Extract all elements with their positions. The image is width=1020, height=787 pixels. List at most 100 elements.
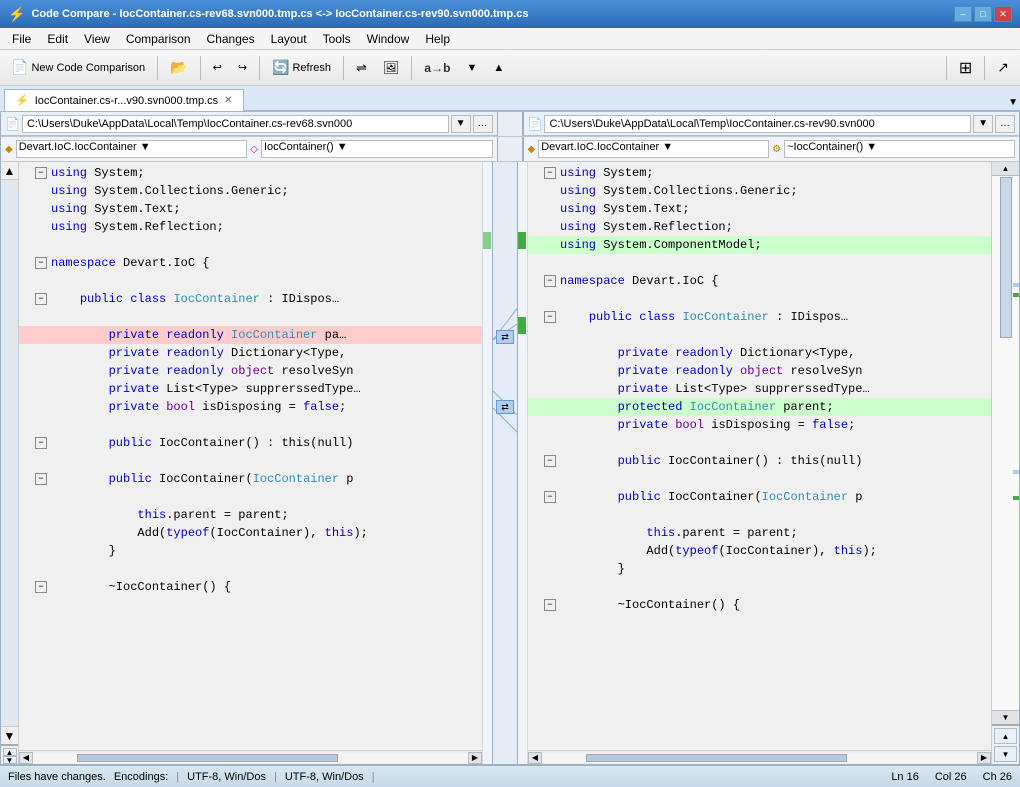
- export-button[interactable]: ↗: [990, 54, 1016, 82]
- refresh-button[interactable]: 🔄 Refresh: [265, 54, 338, 82]
- collapse-btn[interactable]: −: [35, 581, 47, 593]
- right-browse-btn[interactable]: …: [995, 115, 1015, 133]
- close-button[interactable]: ✕: [994, 6, 1012, 22]
- menu-help[interactable]: Help: [417, 30, 458, 48]
- code-line: using System.Reflection;: [528, 218, 991, 236]
- arrow-up-button[interactable]: ▲: [486, 54, 511, 82]
- right-nav-up[interactable]: ▲: [994, 728, 1017, 744]
- menu-comparison[interactable]: Comparison: [118, 30, 199, 48]
- toolbar-sep-3: [259, 56, 260, 80]
- right-nav-btns: ▲ ▼: [992, 724, 1019, 764]
- right-hscroll-right[interactable]: ▶: [977, 752, 991, 764]
- menu-file[interactable]: File: [4, 30, 39, 48]
- window-controls: – □ ✕: [954, 6, 1012, 22]
- collapse-btn[interactable]: −: [544, 275, 556, 287]
- collapse-btn[interactable]: −: [35, 473, 47, 485]
- left-nav-down[interactable]: ▼: [3, 756, 17, 764]
- code-line: }: [528, 560, 991, 578]
- right-hscroll-thumb[interactable]: [586, 754, 847, 762]
- tab-dropdown-button[interactable]: ▼: [1008, 97, 1018, 108]
- right-vscroll[interactable]: ▲ ▼: [992, 162, 1019, 724]
- right-vscroll-down[interactable]: ▼: [992, 710, 1019, 724]
- left-hscroll-thumb[interactable]: [77, 754, 338, 762]
- left-scroll-down[interactable]: ▼: [1, 726, 18, 744]
- right-code-content[interactable]: − using System; using System.Collections…: [528, 162, 991, 750]
- sync-button[interactable]: ⇌: [349, 54, 374, 82]
- right-hscroll[interactable]: ◀ ▶: [528, 750, 991, 764]
- new-comparison-icon: 📄: [11, 59, 28, 76]
- maximize-button[interactable]: □: [974, 6, 992, 22]
- left-hscroll[interactable]: ◀ ▶: [19, 750, 482, 764]
- redo-button[interactable]: ↪: [231, 54, 254, 82]
- left-hscroll-left[interactable]: ◀: [19, 752, 33, 764]
- collapse-btn[interactable]: −: [35, 257, 47, 269]
- left-hscroll-right[interactable]: ▶: [468, 752, 482, 764]
- left-method-icon: ◇: [250, 144, 258, 155]
- right-path-input[interactable]: [544, 115, 971, 133]
- menu-layout[interactable]: Layout: [263, 30, 315, 48]
- menu-window[interactable]: Window: [359, 30, 418, 48]
- code-line: − namespace Devart.IoC {: [19, 254, 482, 272]
- left-class-select[interactable]: Devart.IoC.IocContainer ▼: [16, 140, 248, 158]
- left-code-area: − using System; using System.Collections…: [19, 162, 482, 764]
- options-button[interactable]: 🖼: [376, 54, 407, 82]
- right-vscroll-thumb[interactable]: [1000, 177, 1012, 337]
- menu-view[interactable]: View: [76, 30, 118, 48]
- left-edge-marker-green2: [518, 317, 526, 334]
- collapse-btn[interactable]: −: [35, 167, 47, 179]
- right-nav-down[interactable]: ▼: [994, 746, 1017, 762]
- right-method-select[interactable]: ~IocContainer() ▼: [784, 140, 1015, 158]
- right-left-edge: [518, 162, 528, 764]
- right-edge-marker-green: [483, 232, 491, 249]
- replace-button[interactable]: a→b: [417, 54, 457, 82]
- open-button[interactable]: 📂: [163, 54, 194, 82]
- right-method-icon: ⚙: [772, 144, 781, 155]
- arrow-down-button[interactable]: ▼: [459, 54, 484, 82]
- right-path-btn[interactable]: ▼: [973, 115, 993, 133]
- toolbar-sep-2: [200, 56, 201, 80]
- tab-label: IocContainer.cs-r...v90.svn000.tmp.cs: [35, 95, 218, 107]
- collapse-btn[interactable]: −: [35, 293, 47, 305]
- left-scroll-up[interactable]: ▲: [1, 162, 18, 180]
- right-class-select[interactable]: Devart.IoC.IocContainer ▼: [538, 140, 769, 158]
- left-method-select[interactable]: IocContainer() ▼: [261, 140, 493, 158]
- left-path-input[interactable]: [22, 115, 449, 133]
- tab-ioccontainer[interactable]: ⚡ IocContainer.cs-r...v90.svn000.tmp.cs …: [4, 89, 244, 111]
- collapse-btn[interactable]: −: [35, 437, 47, 449]
- view-mode-icon: ⊞: [959, 58, 972, 78]
- right-method-arrow: ▼: [866, 141, 877, 153]
- code-line-diff: protected IocContainer parent;: [528, 398, 991, 416]
- new-comparison-button[interactable]: 📄 New Code Comparison: [4, 54, 152, 82]
- code-line: − ~IocContainer() {: [19, 578, 482, 596]
- right-vscroll-up[interactable]: ▲: [992, 162, 1019, 176]
- view-mode-button[interactable]: ⊞: [952, 54, 979, 82]
- right-hscroll-left[interactable]: ◀: [528, 752, 542, 764]
- menu-changes[interactable]: Changes: [199, 30, 263, 48]
- code-line: }: [19, 542, 482, 560]
- collapse-btn[interactable]: −: [544, 167, 556, 179]
- left-browse-btn[interactable]: …: [473, 115, 493, 133]
- code-line: [19, 560, 482, 578]
- collapse-btn[interactable]: −: [544, 455, 556, 467]
- collapse-btn[interactable]: −: [544, 311, 556, 323]
- code-line: [528, 470, 991, 488]
- menu-tools[interactable]: Tools: [315, 30, 359, 48]
- left-path-btn[interactable]: ▼: [451, 115, 471, 133]
- code-line: this.parent = parent;: [528, 524, 991, 542]
- status-encodings-label: Encodings:: [114, 771, 168, 783]
- sync-icon-2[interactable]: ⇄: [496, 400, 514, 414]
- undo-button[interactable]: ↩: [206, 54, 229, 82]
- menu-edit[interactable]: Edit: [39, 30, 76, 48]
- refresh-icon: 🔄: [272, 59, 289, 76]
- code-line: using System.Reflection;: [19, 218, 482, 236]
- code-line: using System.Collections.Generic;: [528, 182, 991, 200]
- code-line: private readonly object resolveSyn: [19, 362, 482, 380]
- collapse-btn[interactable]: −: [544, 599, 556, 611]
- sync-icon-1[interactable]: ⇄: [496, 330, 514, 344]
- tab-close-button[interactable]: ✕: [224, 95, 232, 106]
- minimize-button[interactable]: –: [954, 6, 972, 22]
- code-line: [528, 578, 991, 596]
- left-code-content[interactable]: − using System; using System.Collections…: [19, 162, 482, 750]
- collapse-btn[interactable]: −: [544, 491, 556, 503]
- code-line: − public IocContainer(IocContainer p: [528, 488, 991, 506]
